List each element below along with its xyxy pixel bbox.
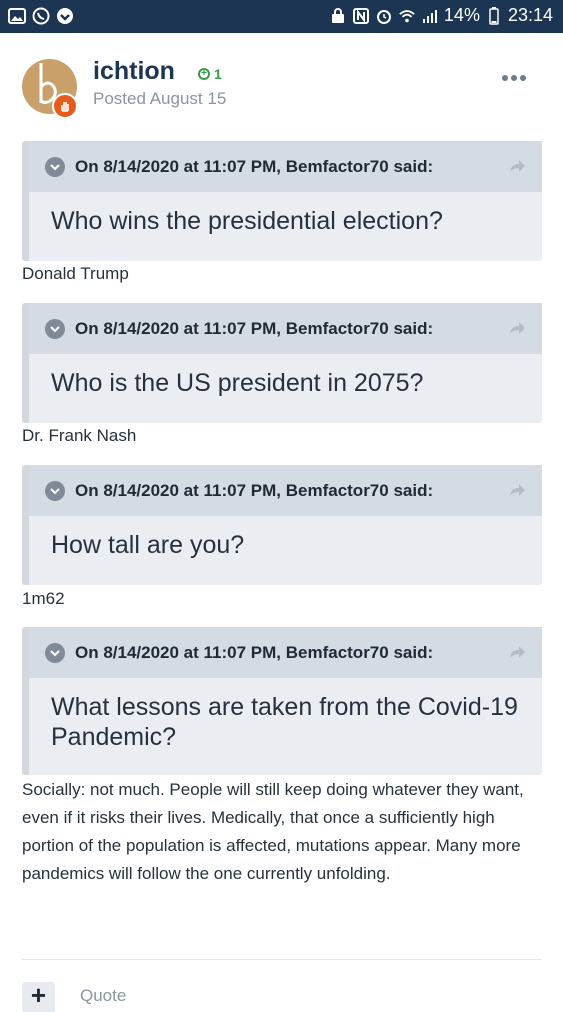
hand-icon (52, 93, 78, 119)
post-date: Posted August 15 (93, 89, 227, 108)
post-header: ichtion + 1 Posted August 15 (22, 57, 542, 119)
plus-circle-icon: + (198, 68, 210, 80)
share-arrow-icon[interactable] (508, 319, 526, 337)
reputation-count: 1 (214, 66, 222, 82)
signal-icon (421, 7, 439, 25)
reply-text: Donald Trump (22, 264, 129, 283)
quote-button[interactable]: Quote (80, 986, 126, 1006)
more-options-icon[interactable] (502, 75, 526, 81)
alarm-icon (375, 7, 393, 25)
username[interactable]: ichtion (93, 57, 175, 86)
clock: 23:14 (507, 5, 553, 25)
reputation-badge: + 1 (198, 66, 222, 82)
reply-text: Dr. Frank Nash (22, 426, 137, 445)
quote-block: On 8/14/2020 at 11:07 PM, Bemfactor70 sa… (22, 465, 542, 585)
download-icon (56, 7, 74, 25)
avatar[interactable] (22, 59, 78, 119)
quote-header: On 8/14/2020 at 11:07 PM, Bemfactor70 sa… (29, 141, 542, 192)
nfc-icon (352, 7, 370, 25)
battery-icon (485, 6, 503, 25)
add-button[interactable]: + (22, 982, 55, 1012)
chevron-down-icon[interactable] (45, 642, 65, 663)
quote-header: On 8/14/2020 at 11:07 PM, Bemfactor70 sa… (29, 465, 542, 516)
quote-citation: On 8/14/2020 at 11:07 PM, Bemfactor70 sa… (75, 642, 434, 662)
reply-text: Socially: not much. People will still ke… (22, 780, 524, 883)
quote-text: Who wins the presidential election? (51, 207, 443, 235)
quote-citation: On 8/14/2020 at 11:07 PM, Bemfactor70 sa… (75, 318, 434, 338)
quote-text: How tall are you? (51, 531, 245, 559)
status-bar: 14% 23:14 (0, 0, 563, 33)
reply-text: 1m62 (22, 589, 65, 608)
quote-text: Who is the US president in 2075? (51, 369, 424, 397)
lock-icon (329, 7, 347, 25)
quote-citation: On 8/14/2020 at 11:07 PM, Bemfactor70 sa… (75, 156, 434, 176)
quote-header: On 8/14/2020 at 11:07 PM, Bemfactor70 sa… (29, 303, 542, 354)
quote-block: On 8/14/2020 at 11:07 PM, Bemfactor70 sa… (22, 141, 542, 261)
wifi-icon (398, 7, 416, 25)
share-arrow-icon[interactable] (508, 481, 526, 499)
quote-header: On 8/14/2020 at 11:07 PM, Bemfactor70 sa… (29, 627, 542, 678)
chevron-down-icon[interactable] (45, 156, 65, 177)
share-arrow-icon[interactable] (508, 157, 526, 175)
quote-text: What lessons are taken from the Covid-19… (51, 693, 518, 751)
quote-citation: On 8/14/2020 at 11:07 PM, Bemfactor70 sa… (75, 480, 434, 500)
gallery-icon (8, 7, 26, 25)
whatsapp-icon (32, 7, 50, 25)
share-arrow-icon[interactable] (508, 643, 526, 661)
quote-block: On 8/14/2020 at 11:07 PM, Bemfactor70 sa… (22, 303, 542, 423)
battery-percent: 14% (443, 5, 480, 25)
chevron-down-icon[interactable] (45, 318, 65, 339)
quote-block: On 8/14/2020 at 11:07 PM, Bemfactor70 sa… (22, 627, 542, 775)
chevron-down-icon[interactable] (45, 480, 65, 501)
divider (22, 959, 542, 960)
